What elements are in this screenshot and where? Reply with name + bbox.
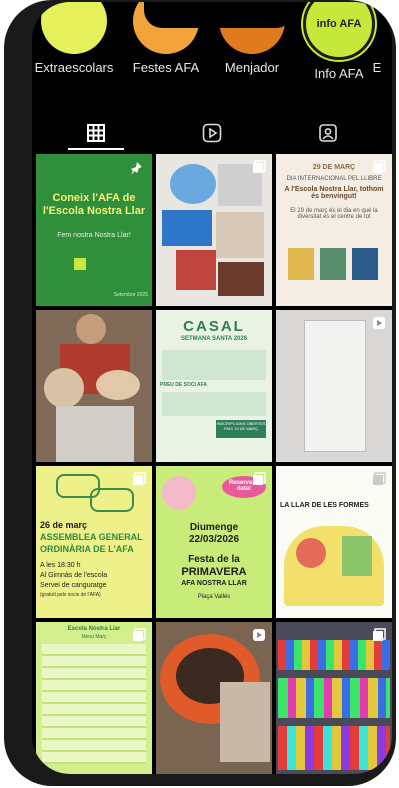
reels-tab[interactable] bbox=[152, 118, 272, 148]
carousel-icon bbox=[373, 160, 386, 173]
post-photo-toys[interactable] bbox=[156, 154, 272, 306]
post-date: 22/03/2026 bbox=[188, 534, 240, 545]
speech-bubble-icon bbox=[90, 488, 134, 512]
menu-table bbox=[42, 644, 146, 764]
post-dia-internacional[interactable]: 29 DE MARÇ DIA INTERNACIONAL PEL LLIBRE … bbox=[276, 154, 392, 306]
post-date: 26 de març bbox=[40, 520, 88, 530]
drawing-shape bbox=[296, 538, 326, 568]
post-title: PRIMAVERA bbox=[181, 566, 247, 578]
post-org: AFA NOSTRA LLAR bbox=[181, 580, 247, 587]
highlight-label: Menjador bbox=[224, 60, 280, 75]
flower-shape bbox=[162, 476, 196, 510]
carousel-icon bbox=[253, 160, 266, 173]
profile-tabs bbox=[32, 112, 392, 152]
post-casal-setmana-santa[interactable]: CASAL SETMANA SANTA 2026 PREU DE SOCI AF… bbox=[156, 310, 272, 462]
toy-shape bbox=[176, 250, 216, 290]
reel-icon bbox=[373, 317, 385, 329]
highlight-extraescolars[interactable]: Extraescolars bbox=[34, 2, 114, 101]
carousel-icon bbox=[373, 628, 386, 641]
active-tab-indicator bbox=[68, 148, 124, 150]
post-time: A les 18:30 h bbox=[40, 562, 81, 569]
post-line: A l'Escola Nostra Llar, tothom és benvin… bbox=[284, 186, 384, 200]
post-title: ASSEMBLEA GENERAL bbox=[40, 532, 143, 542]
post-line: DIA INTERNACIONAL PEL LLIBRE bbox=[286, 176, 382, 182]
highlight-label: E bbox=[372, 60, 382, 75]
post-festa-primavera[interactable]: Reserva la data! Diumenge 22/03/2026 Fes… bbox=[156, 466, 272, 618]
reel-icon bbox=[253, 629, 265, 641]
post-reel-cup[interactable] bbox=[276, 310, 392, 462]
post-service: Servei de canguratge bbox=[40, 582, 107, 589]
post-reel-planter[interactable] bbox=[156, 622, 272, 774]
post-llar-de-les-formes[interactable]: LA LLAR DE LES FORMES bbox=[276, 466, 392, 618]
post-body: El 29 de març és el dia en què la divers… bbox=[290, 208, 378, 220]
post-place: Al Gimnàs de l'escola bbox=[40, 572, 108, 579]
post-group-photo[interactable] bbox=[276, 622, 392, 774]
post-photo-children[interactable] bbox=[36, 310, 152, 462]
highlight-menjador[interactable]: Menjador bbox=[212, 2, 292, 101]
cup-shape bbox=[304, 320, 366, 452]
post-assemblea-general[interactable]: 26 de març ASSEMBLEA GENERAL ORDINÀRIA D… bbox=[36, 466, 152, 618]
reels-icon bbox=[202, 123, 222, 143]
toy-shape bbox=[170, 164, 216, 204]
person-shape bbox=[220, 682, 270, 762]
tagged-tab[interactable] bbox=[268, 118, 388, 148]
app-screen: Extraescolars Festes AFA Menjador info A… bbox=[32, 2, 392, 774]
book-cover bbox=[320, 248, 346, 280]
book-cover bbox=[352, 248, 378, 280]
post-title: LA LLAR DE LES FORMES bbox=[280, 502, 369, 509]
post-day: Diumenge bbox=[189, 522, 239, 533]
note-text: INSCRIPCIONS OBERTES FINS 19 DE MARÇ bbox=[216, 421, 266, 431]
carousel-icon bbox=[133, 472, 146, 485]
toy-shape bbox=[216, 212, 264, 258]
post-menu-marc[interactable]: Escola Nostra Llar Menú Març bbox=[36, 622, 152, 774]
post-title: Festa de la bbox=[188, 554, 240, 565]
price-table bbox=[162, 350, 266, 380]
qr-code-icon bbox=[74, 258, 86, 270]
photo-shape bbox=[76, 314, 106, 344]
grid-icon bbox=[87, 124, 105, 142]
drawing-shape bbox=[342, 536, 372, 576]
camera-notch bbox=[144, 2, 294, 28]
highlight-more[interactable]: E bbox=[362, 20, 392, 101]
post-subtitle: Fem nostra Nostra Llar! bbox=[57, 232, 131, 239]
photo-shape bbox=[96, 370, 140, 400]
tagged-icon bbox=[319, 124, 337, 142]
highlight-cover bbox=[41, 2, 107, 54]
highlight-label: Festes AFA bbox=[132, 60, 200, 75]
highlight-label: Extraescolars bbox=[34, 60, 114, 75]
toy-shape bbox=[218, 262, 264, 296]
toy-shape bbox=[162, 210, 212, 246]
photo-shape bbox=[44, 368, 84, 408]
post-date: Setembre 2025 bbox=[113, 292, 148, 298]
carousel-icon bbox=[133, 628, 146, 641]
post-title: ORDINÀRIA DE L'AFA bbox=[40, 544, 134, 554]
grid-tab[interactable] bbox=[36, 118, 156, 148]
post-title: Coneix l'AFA de l'Escola Nostra Llar bbox=[42, 192, 146, 217]
post-note: (gratuït pels socis de l'AFA) bbox=[40, 592, 101, 598]
post-title: CASAL bbox=[183, 318, 245, 335]
price-table bbox=[162, 392, 266, 416]
highlight-festes-afa[interactable]: Festes AFA bbox=[126, 2, 206, 101]
pin-icon bbox=[131, 162, 142, 175]
post-subtitle: SETMANA SANTA 2026 bbox=[180, 336, 248, 342]
carousel-icon bbox=[373, 472, 386, 485]
carousel-icon bbox=[253, 472, 266, 485]
crowd-shape bbox=[278, 678, 390, 718]
highlight-cover bbox=[362, 2, 392, 54]
crowd-shape bbox=[278, 640, 390, 670]
crowd-shape bbox=[278, 726, 390, 770]
posts-grid: Coneix l'AFA de l'Escola Nostra Llar Fem… bbox=[36, 154, 392, 774]
book-cover bbox=[288, 248, 314, 280]
photo-shape bbox=[56, 406, 134, 462]
price-label: PREU DE SOCI AFA bbox=[160, 382, 208, 388]
post-coneix-afa[interactable]: Coneix l'AFA de l'Escola Nostra Llar Fem… bbox=[36, 154, 152, 306]
phone-frame: Extraescolars Festes AFA Menjador info A… bbox=[4, 0, 396, 786]
post-place: Plaça Vallès bbox=[197, 594, 231, 600]
